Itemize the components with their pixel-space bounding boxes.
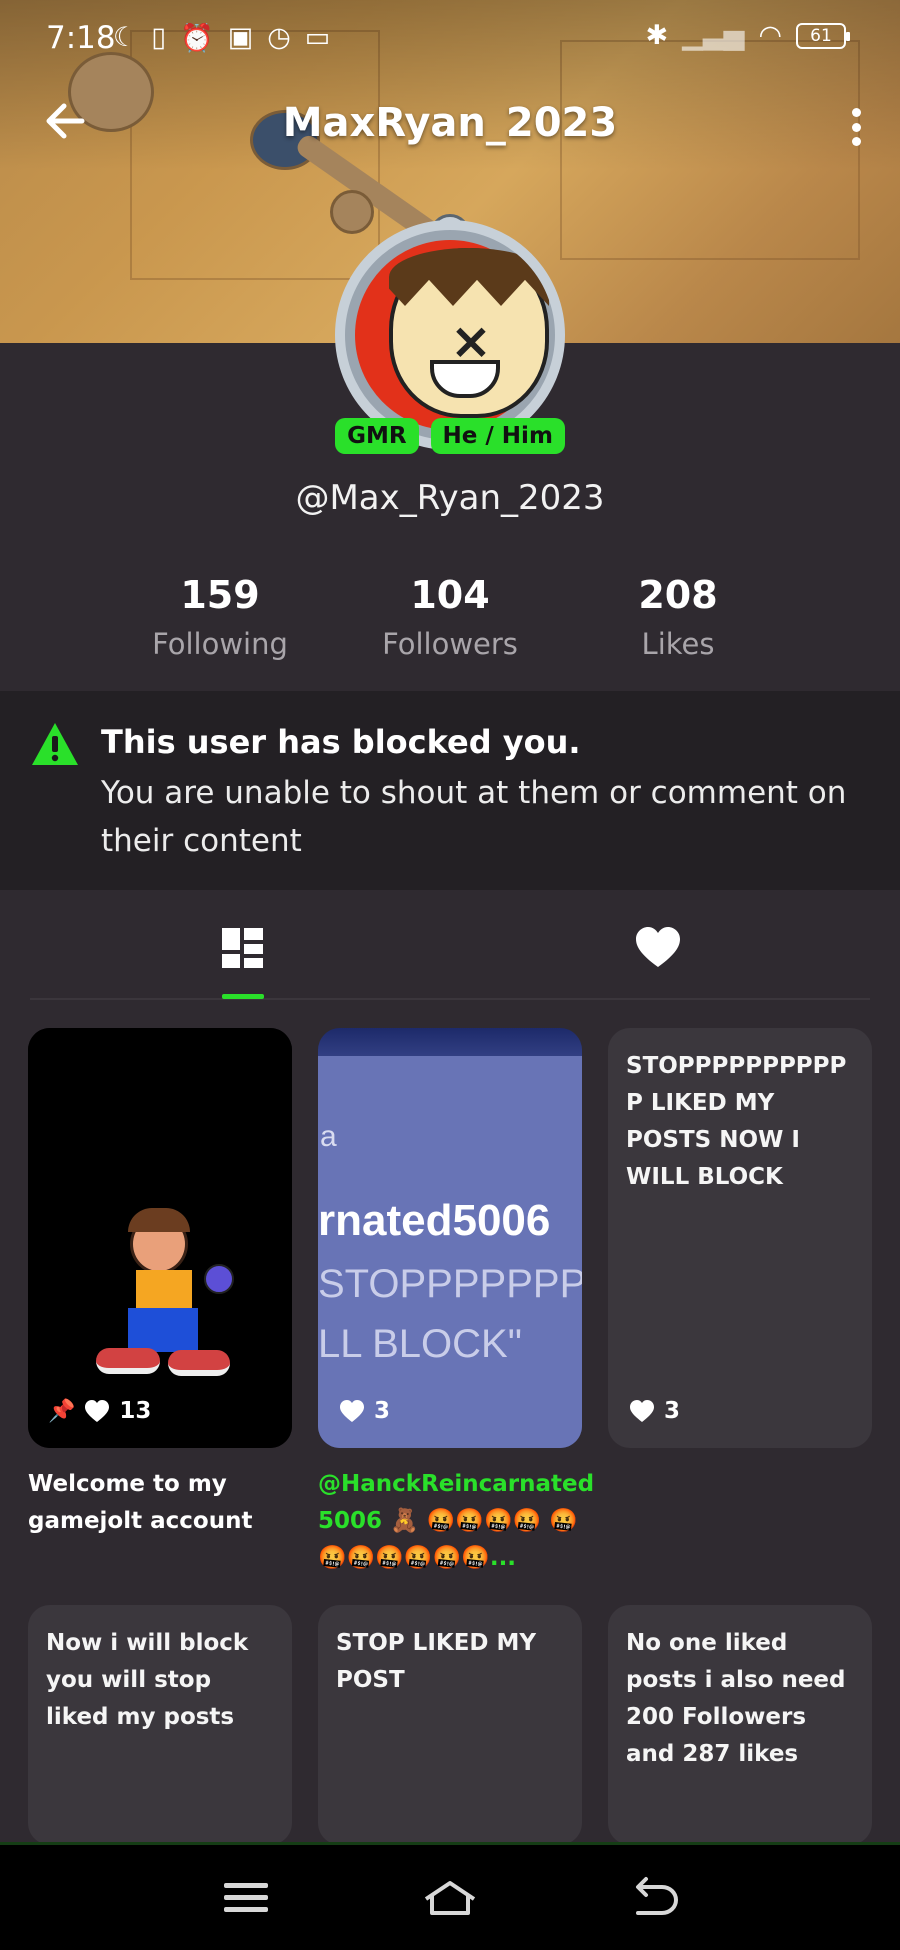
tab-liked[interactable] [630,920,690,980]
moon-icon: ☾ [113,22,138,53]
post-likes: 📌 13 [48,1398,151,1424]
grid-icon [222,928,263,968]
post-likes: 3 [338,1398,390,1424]
post-image [28,1028,292,1448]
home-icon [424,1881,476,1915]
heart-icon [85,1400,110,1422]
post-card[interactable]: a rnated5006 STOPPPPPPPPI LL BLOCK" 3 [318,1028,582,1448]
likes-count: 3 [374,1398,391,1424]
post-card[interactable]: Now i will block you will stop liked my … [28,1605,292,1845]
heart-icon [630,1400,654,1422]
post-caption[interactable]: Welcome to my gamejolt account [28,1466,298,1540]
post-card[interactable]: No one liked posts i also need 200 Follo… [608,1605,872,1845]
notice-body: You are unable to shout at them or comme… [101,775,847,859]
status-time: 7:18 [46,20,116,56]
stat-label: Likes [641,627,715,661]
notice-title: This user has blocked you. [101,723,581,761]
more-options-button[interactable] [840,104,872,150]
stat-value: 208 [638,573,718,617]
warning-icon [32,723,78,765]
heart-icon [636,927,680,967]
post-text: STOPPPPPPPPPP P LIKED MY POSTS NOW I WIL… [626,1053,847,1190]
wifi-icon: ◠ [758,20,782,51]
caption-text: 5006 🧸 🤬🤬🤬🤬 🤬🤬🤬🤬🤬🤬🤬... [318,1508,578,1571]
signal-icon: ▁▃▅ [682,20,745,51]
post-text: No one liked posts i also need 200 Follo… [626,1630,846,1767]
post-likes: 3 [628,1398,680,1424]
user-handle: @Max_Ryan_2023 [295,478,605,518]
more-vertical-icon [851,108,861,117]
profile-tabs [0,890,900,1000]
post-text: STOP LIKED MY POST [336,1630,537,1693]
post-image-text: a [320,1120,337,1153]
stat-label: Following [152,627,288,661]
nav-home-button[interactable] [420,1873,480,1923]
role-badge: GMR [335,418,419,454]
stat-value: 159 [180,573,260,617]
likes-count: 13 [119,1398,152,1424]
pin-icon: 📌 [48,1398,76,1424]
post-image: a rnated5006 STOPPPPPPPPI LL BLOCK" [318,1056,582,1448]
battery-icon: 61 [796,22,850,49]
pronouns-badge: He / Him [430,418,565,454]
stat-following[interactable]: 159 Following [110,573,330,661]
bluetooth-icon: ✱ [645,20,669,51]
profile-badges: GMR He / Him [0,418,900,454]
notification-icon: ▭ [304,22,331,53]
nav-back-button[interactable] [624,1873,684,1923]
alarm-outline-icon: ◷ [267,22,291,53]
post-text: Now i will block you will stop liked my … [46,1630,249,1730]
post-image-text: LL BLOCK" [318,1322,522,1366]
stat-label: Followers [382,627,518,661]
back-icon [636,1877,678,1915]
stat-followers[interactable]: 104 Followers [340,573,560,661]
post-card[interactable]: 📌 13 [28,1028,292,1448]
tab-posts[interactable] [215,920,275,980]
banner-doll-leg [330,190,374,234]
post-caption[interactable]: @HanckReincarnated 5006 🧸 🤬🤬🤬🤬 🤬🤬🤬🤬🤬🤬🤬..… [318,1466,594,1577]
menu-icon [224,1883,268,1912]
page-title: MaxRyan_2023 [282,100,618,146]
stat-likes[interactable]: 208 Likes [568,573,788,661]
avatar[interactable]: × [335,220,565,450]
status-bar: 7:18 ☾ ▯ ⏰ ▣ ◷ ▭ ✱ ▁▃▅ ◠ 61 [0,0,900,80]
post-card[interactable]: STOPPPPPPPPPP P LIKED MY POSTS NOW I WIL… [608,1028,872,1448]
alarm-icon: ⏰ [180,23,214,54]
post-card[interactable]: STOP LIKED MY POST [318,1605,582,1845]
post-image-text: STOPPPPPPPPI [318,1262,582,1306]
blocked-notice: This user has blocked you. You are unabl… [0,691,900,890]
likes-count: 3 [664,1398,681,1424]
post-image-text: rnated5006 [318,1196,551,1245]
system-nav-bar [0,1845,900,1950]
caption-mention[interactable]: @HanckReincarnated [318,1471,594,1497]
vibrate-icon: ▯ [151,22,167,53]
tabs-divider [30,998,870,1000]
nav-menu-button[interactable] [216,1873,276,1923]
heart-icon [340,1400,364,1422]
stat-value: 104 [410,573,490,617]
nfc-icon: ▣ [227,22,254,53]
active-tab-indicator [222,994,264,999]
